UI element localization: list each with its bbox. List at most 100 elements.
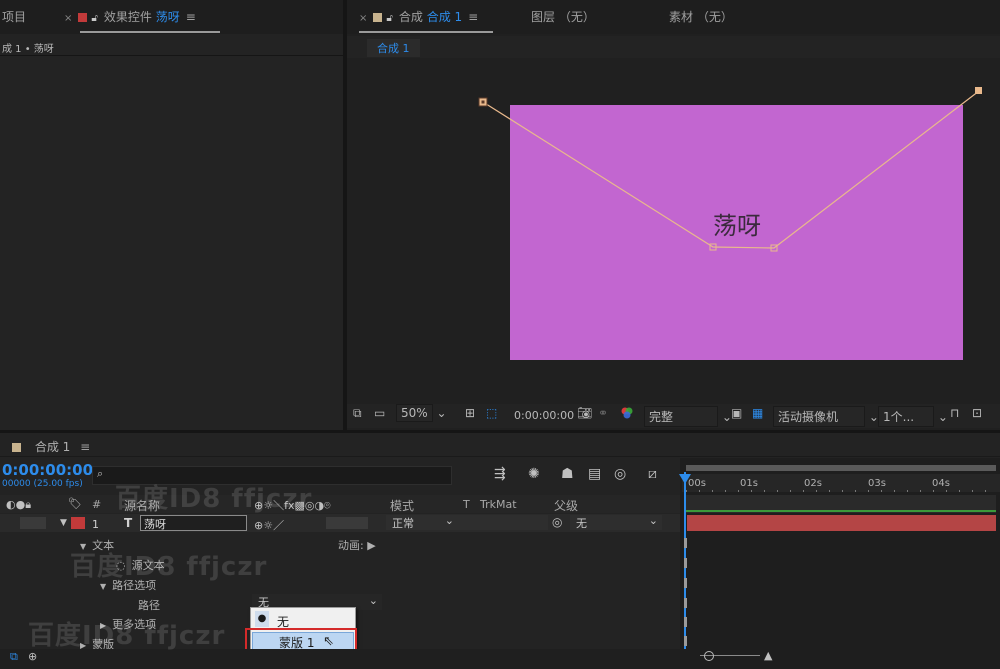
layer-extra-switches[interactable] (326, 517, 368, 529)
twirl-down-icon: ▼ (100, 582, 107, 591)
layer-number: 1 (92, 518, 99, 531)
close-icon[interactable]: × (359, 13, 367, 24)
prop-path: 路径 (138, 599, 160, 612)
always-preview-icon[interactable]: ⧉ (353, 406, 362, 426)
fast-preview-icon[interactable]: ⊡ (972, 406, 982, 426)
work-area-bar[interactable] (686, 465, 996, 471)
keyframe-marker (684, 538, 687, 548)
views-value: 1个... (878, 406, 934, 427)
status-icon-left[interactable]: ⧉ (10, 650, 18, 664)
comp-pill[interactable]: 合成 1 (367, 39, 420, 57)
project-panel: 项目 × 🔓︎ 效果控件 荡呀 ≡ 成 1 • 荡呀 (0, 0, 343, 430)
animate-button[interactable]: 动画: ▶ (338, 537, 376, 553)
zoom-value: 50% (396, 404, 433, 422)
panel-menu-icon[interactable]: ≡ (186, 10, 196, 24)
column-mode[interactable]: 模式 (390, 497, 414, 514)
chevron-down-icon: ⌄ (937, 410, 948, 424)
composition-panel: × 🔓︎ 合成 合成 1 ≡ 图层 （无） 素材 （无） 合成 1 荡呀 (347, 0, 1000, 430)
timeline-tab[interactable]: 合成 1 ≡ (12, 438, 90, 455)
shy-layers-icon[interactable]: ☗ (561, 466, 574, 482)
effects-tab-layer: 荡呀 (155, 10, 180, 24)
transparency-grid-icon[interactable]: ▦ (752, 406, 763, 426)
keyframe-marker (684, 598, 687, 608)
mask-visibility-icon[interactable]: ⬚ (486, 406, 497, 426)
tab-project[interactable]: 项目 (2, 8, 26, 25)
frame-blending-icon[interactable]: ▤ (588, 466, 601, 482)
snapshot-icon[interactable]: 📷︎ (577, 406, 592, 426)
layer-av-switches[interactable] (20, 517, 46, 529)
chevron-down-icon: ⌄ (436, 406, 447, 420)
column-t: T (463, 498, 470, 511)
ruler-label: 02s (804, 478, 822, 489)
parent-select[interactable]: 无 ⌄ (570, 514, 662, 530)
ruler-label: 04s (932, 478, 950, 489)
parent-value: 无 (576, 517, 587, 530)
chevron-down-icon: ⌄ (368, 594, 378, 607)
viewer-timecode[interactable]: 0:00:00:00 (514, 409, 574, 429)
tab-composition[interactable]: × 🔓︎ 合成 合成 1 ≡ (359, 8, 478, 25)
timeline-status-bar (0, 649, 680, 669)
pickwhip-icon[interactable]: ◎ (552, 515, 562, 529)
panel-menu-icon[interactable]: ≡ (468, 10, 478, 24)
label-tag-icon: 🏷︎ (68, 497, 82, 510)
show-snapshot-icon[interactable]: ⚭ (598, 406, 608, 426)
layer-twirl-down[interactable]: ▼ (60, 518, 67, 528)
av-features-header: ◐●🔒︎ (6, 498, 32, 511)
watermark: 百度ID8 ffjczr (70, 552, 268, 582)
layer-color-swatch (78, 13, 88, 22)
color-channels-icon[interactable] (620, 406, 634, 426)
layer-name-field[interactable]: 荡呀 (140, 515, 247, 531)
toggle-pixel-icon[interactable]: ⊓ (950, 406, 959, 426)
column-trkmat[interactable]: TrkMat (480, 498, 517, 511)
region-of-interest-icon[interactable]: ▣ (731, 406, 742, 426)
selected-dot-icon: ● (255, 611, 269, 627)
draft-3d-icon[interactable]: ✺ (528, 466, 540, 482)
lock-icon: 🔓︎ (91, 13, 98, 24)
zoom-in-mountain-icon[interactable]: ▲ (764, 649, 772, 662)
composition-canvas[interactable]: 荡呀 (347, 60, 1000, 400)
resolution-value: 完整 (644, 406, 718, 427)
current-time-display[interactable]: 0:00:00:00 (2, 461, 93, 479)
trkmat-select[interactable] (458, 515, 548, 530)
timeline-tab-label: 合成 1 (34, 440, 71, 454)
views-select[interactable]: 1个... ⌄ (878, 406, 948, 427)
resolution-select[interactable]: 完整 ⌄ (644, 406, 732, 427)
project-tabbar: 项目 × 🔓︎ 效果控件 荡呀 ≡ (0, 0, 343, 34)
watermark: 百度ID8 ffjczr (115, 484, 313, 514)
layer-label-color[interactable] (71, 517, 85, 529)
timeline-tabbar-line (0, 456, 1000, 457)
comp-duration-line (686, 510, 996, 512)
zoom-select[interactable]: 50% ⌄ (396, 404, 447, 426)
layer-duration-bar[interactable] (687, 515, 996, 531)
ruler-label: 01s (740, 478, 758, 489)
monitor-icon[interactable]: ▭ (374, 406, 385, 426)
graph-editor-icon[interactable]: ⧄ (648, 466, 657, 482)
close-icon[interactable]: × (64, 13, 72, 24)
chevron-down-icon: ⌄ (648, 514, 658, 527)
panel-menu-icon[interactable]: ≡ (80, 440, 90, 454)
tab-footage[interactable]: 素材 （无） (669, 8, 733, 25)
zoom-slider-thumb[interactable] (704, 651, 714, 661)
effects-breadcrumb: 成 1 • 荡呀 (2, 44, 54, 55)
tab-layer[interactable]: 图层 （无） (531, 8, 595, 25)
watermark: 百度ID8 ffjczr (28, 621, 226, 651)
comp-mini-flowchart-icon[interactable]: ⇶ (494, 466, 506, 482)
path-vertex[interactable] (975, 87, 982, 94)
comp-tab-prefix: 合成 (398, 10, 423, 24)
keyframe-marker (684, 636, 687, 646)
layer-switches[interactable]: ⊕☼／ (254, 517, 284, 533)
chevron-down-icon: ⌄ (444, 514, 454, 527)
mode-select[interactable]: 正常 ⌄ (386, 514, 458, 530)
camera-select[interactable]: 活动摄像机 ⌄ (773, 406, 879, 427)
keyframe-marker (684, 558, 687, 568)
divider (0, 55, 343, 56)
column-hash: # (92, 498, 102, 511)
motion-blur-icon[interactable]: ◎ (614, 466, 626, 482)
grid-icon[interactable]: ⊞ (465, 406, 475, 426)
canvas-text[interactable]: 荡呀 (713, 212, 761, 240)
playhead-head-icon[interactable] (679, 474, 691, 484)
column-parent[interactable]: 父级 (554, 497, 578, 514)
dropdown-option-none[interactable]: ● 无 (251, 610, 355, 630)
tab-effect-controls[interactable]: × 🔓︎ 效果控件 荡呀 ≡ (64, 8, 196, 25)
camera-value: 活动摄像机 (773, 406, 865, 427)
